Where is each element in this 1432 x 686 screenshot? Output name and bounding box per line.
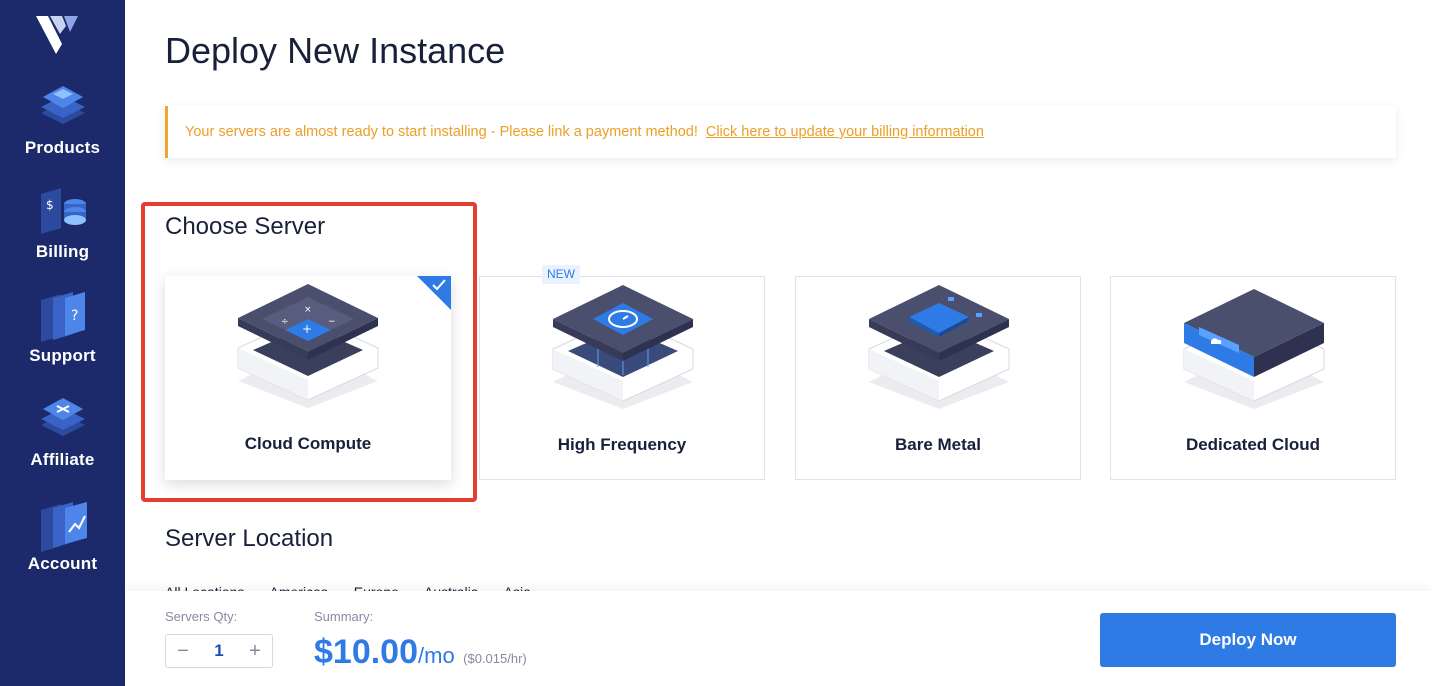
billing-link[interactable]: Click here to update your billing inform…	[706, 124, 984, 140]
server-option-dedicated-cloud[interactable]: Dedicated Cloud	[1110, 276, 1396, 480]
dedicated-cloud-icon	[1183, 289, 1325, 409]
sidebar-item-products[interactable]: Products	[0, 80, 125, 158]
price-summary: $10.00/mo ($0.015/hr)	[314, 633, 527, 672]
server-option-label: Bare Metal	[895, 435, 981, 454]
account-icon	[40, 502, 87, 552]
svg-text:?: ?	[71, 308, 78, 324]
deploy-footer: Servers Qty: − 1 + Summary: $10.00/mo ($…	[125, 591, 1432, 686]
sidebar-item-label: Affiliate	[30, 450, 95, 469]
affiliate-icon	[40, 398, 85, 436]
sidebar-item-support[interactable]: ? Support	[0, 288, 125, 366]
sidebar-item-affiliate[interactable]: Affiliate	[0, 392, 125, 470]
quantity-stepper: − 1 +	[165, 634, 273, 668]
sidebar-item-label: Billing	[35, 242, 90, 261]
decrement-button[interactable]: −	[166, 640, 200, 663]
billing-alert: Your servers are almost ready to start i…	[165, 106, 1396, 158]
server-option-high-frequency[interactable]: High Frequency	[479, 276, 765, 480]
new-badge: NEW	[542, 265, 580, 284]
summary-label: Summary:	[314, 609, 374, 624]
servers-qty-label: Servers Qty:	[165, 609, 238, 624]
sidebar-item-label: Account	[27, 554, 98, 573]
sidebar: Products $ Billing ? Support Affiliate A…	[0, 0, 125, 686]
svg-text:$: $	[46, 198, 54, 212]
billing-icon: $	[40, 188, 86, 234]
server-option-label: High Frequency	[557, 435, 687, 454]
quantity-value[interactable]: 1	[214, 641, 223, 661]
page-title: Deploy New Instance	[165, 30, 506, 71]
price-hourly: ($0.015/hr)	[463, 651, 527, 666]
selection-highlight	[141, 202, 477, 502]
sidebar-item-account[interactable]: Account	[0, 496, 125, 574]
alert-message: Your servers are almost ready to start i…	[185, 124, 698, 140]
products-icon	[40, 86, 85, 124]
sidebar-item-label: Products	[24, 138, 101, 157]
bare-metal-icon	[868, 285, 1010, 409]
high-frequency-icon	[552, 285, 694, 409]
sidebar-item-billing[interactable]: $ Billing	[0, 184, 125, 262]
increment-button[interactable]: +	[238, 640, 272, 663]
server-option-bare-metal[interactable]: Bare Metal	[795, 276, 1081, 480]
sidebar-item-label: Support	[29, 346, 96, 365]
support-icon: ?	[40, 292, 85, 342]
deploy-now-button[interactable]: Deploy Now	[1100, 613, 1396, 667]
price-amount: $10.00	[314, 633, 418, 671]
price-unit: /mo	[418, 643, 455, 668]
server-option-label: Dedicated Cloud	[1185, 435, 1321, 454]
main-content: Deploy New Instance Your servers are alm…	[125, 0, 1432, 686]
server-location-title: Server Location	[165, 525, 334, 552]
vultr-logo-icon[interactable]	[36, 14, 80, 54]
